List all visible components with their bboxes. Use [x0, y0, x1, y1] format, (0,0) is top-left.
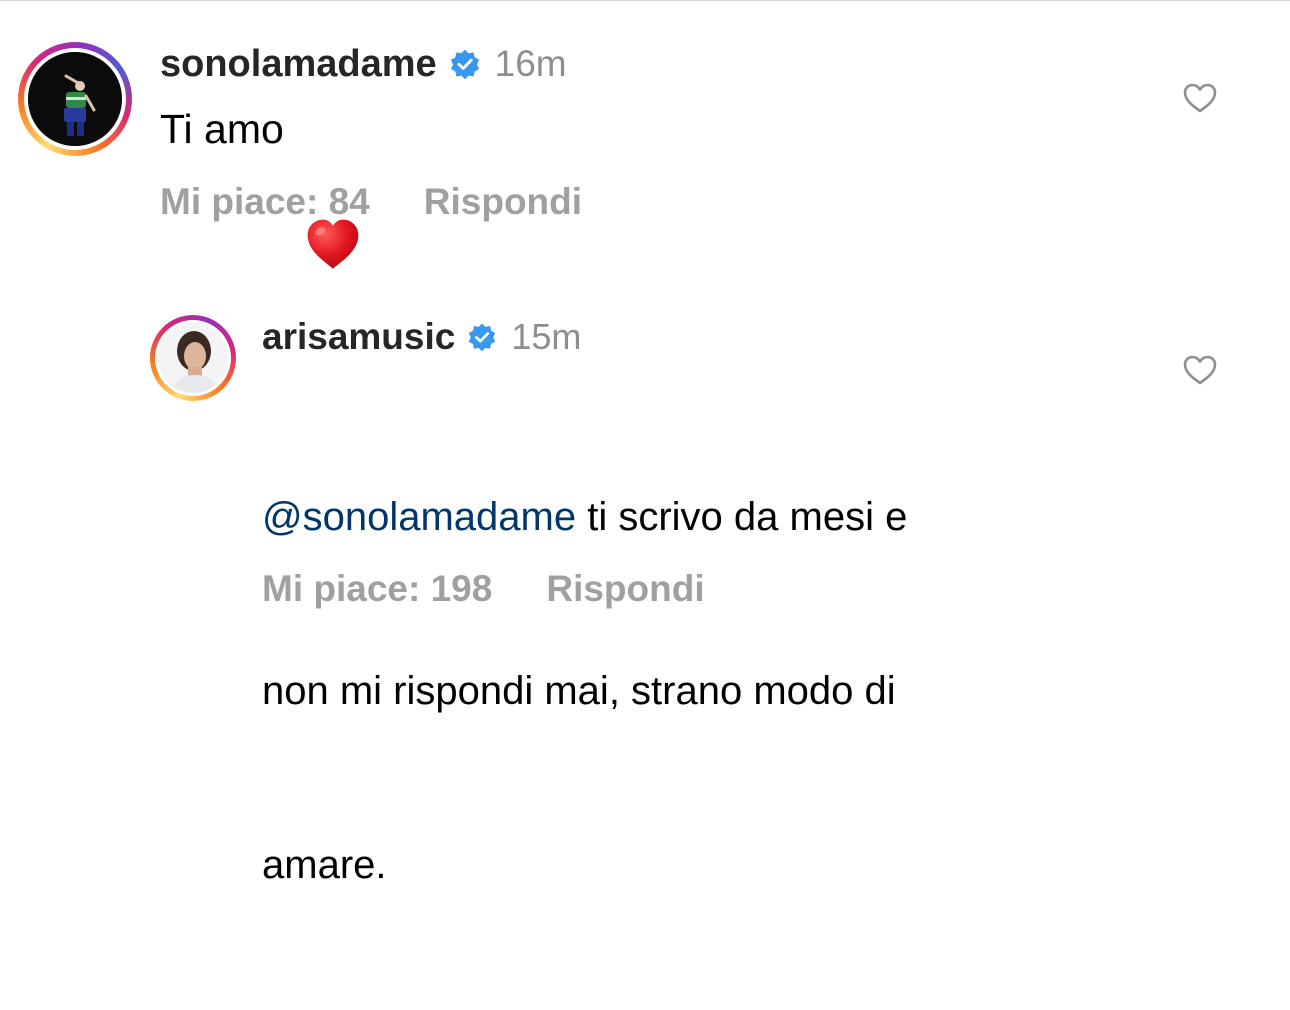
sonolamadame-avatar-image	[28, 52, 122, 146]
timestamp: 16m	[494, 43, 567, 84]
comment-actions: Mi piace: 84 Rispondi	[160, 181, 582, 223]
mention-link[interactable]: @sonolamadame	[262, 495, 576, 539]
heart-outline-icon	[1183, 83, 1217, 113]
arisamusic-avatar-image	[158, 323, 228, 393]
comment-text: Ti amo	[160, 100, 362, 269]
verified-badge-icon	[467, 322, 497, 352]
red-heart-emoji-icon	[304, 100, 362, 269]
verified-badge-icon	[449, 48, 481, 80]
comment-body: Ti amo	[160, 106, 284, 152]
comment-actions: Mi piace: 198 Rispondi	[262, 568, 705, 610]
comment-text: @sonolamadame ti scrivo da mesi e non mi…	[262, 372, 1162, 1010]
like-button[interactable]	[1180, 78, 1220, 118]
avatar[interactable]	[28, 52, 122, 146]
username[interactable]: arisamusic	[262, 316, 455, 358]
comment-header: arisamusic 15m	[262, 314, 581, 360]
reply-button[interactable]: Rispondi	[424, 181, 582, 223]
divider	[0, 0, 1290, 1]
like-count[interactable]: Mi piace: 198	[262, 568, 492, 610]
username[interactable]: sonolamadame	[160, 43, 437, 86]
heart-outline-icon	[1183, 355, 1217, 385]
comment-line: @sonolamadame ti scrivo da mesi e	[262, 488, 1162, 546]
comment-body: ti scrivo da mesi e	[576, 495, 908, 539]
timestamp: 15m	[511, 316, 582, 357]
comment-header: sonolamadame 16m	[160, 40, 567, 88]
like-button[interactable]	[1180, 350, 1220, 390]
avatar[interactable]	[158, 323, 228, 393]
like-count[interactable]: Mi piace: 84	[160, 181, 370, 223]
comment-line: non mi rispondi mai, strano modo di	[262, 669, 896, 713]
reply-button[interactable]: Rispondi	[546, 568, 704, 610]
comment-line: amare.	[262, 843, 387, 887]
